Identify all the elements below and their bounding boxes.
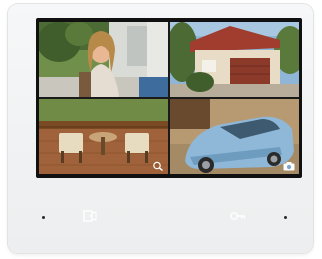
zoom-icon[interactable] xyxy=(152,161,164,171)
car-in-driveway-image xyxy=(170,99,299,174)
woman-at-door-image xyxy=(39,22,168,97)
indicator-dot-left xyxy=(42,216,45,219)
camera-feed-2[interactable] xyxy=(170,22,299,97)
camera-icon[interactable] xyxy=(283,161,295,171)
door-open-button[interactable] xyxy=(80,210,98,222)
indicator-dot-right xyxy=(284,216,287,219)
key-icon xyxy=(230,212,246,220)
intercom-monitor xyxy=(8,4,313,253)
house-with-garage-image xyxy=(170,22,299,97)
camera-feed-3[interactable] xyxy=(39,99,168,174)
camera-feed-1[interactable] xyxy=(39,22,168,97)
door-open-icon xyxy=(83,210,97,222)
key-button[interactable] xyxy=(229,210,247,222)
camera-feed-4[interactable] xyxy=(170,99,299,174)
patio-furniture-image xyxy=(39,99,168,174)
quad-view-screen xyxy=(39,22,299,174)
